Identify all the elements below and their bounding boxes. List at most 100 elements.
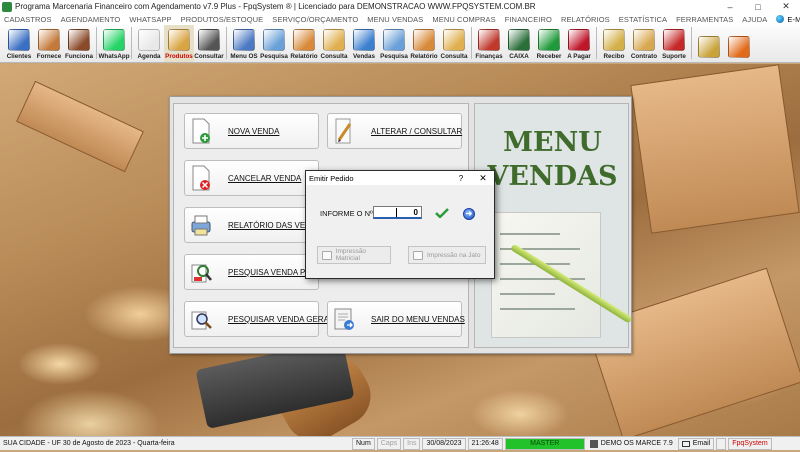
status-caps: Caps xyxy=(376,437,402,450)
new-sale-button[interactable]: NOVA VENDA xyxy=(184,113,319,149)
cash-register-icon xyxy=(508,29,530,51)
general-sales-search-button[interactable]: PESQUISAR VENDA GERAL xyxy=(184,301,333,337)
toolbar-button-fornece[interactable]: Fornece xyxy=(34,25,64,62)
general-search-icon xyxy=(190,306,212,332)
coins-icon xyxy=(698,36,720,58)
exit-sales-menu-button[interactable]: SAIR DO MENU VENDAS xyxy=(327,301,465,337)
dialog-help-button[interactable]: ? xyxy=(450,174,472,183)
toolbar-button-menu-os[interactable]: Menu OS xyxy=(229,25,259,62)
toolbar-button-label: Suporte xyxy=(662,53,686,60)
banner-title: MENU VENDAS xyxy=(475,126,630,194)
toolbar-button-consulta[interactable]: Consulta xyxy=(439,25,469,62)
edit-pencil-icon xyxy=(333,118,355,144)
toolbar-button-produtos[interactable]: Produtos xyxy=(164,25,194,62)
menu-vendas[interactable]: MENU VENDAS xyxy=(367,15,423,24)
sales-report-button[interactable]: RELATÓRIO DAS VENDAS xyxy=(184,207,327,243)
dialog-close-button[interactable]: ✕ xyxy=(472,173,494,184)
cancel-sale-label: CANCELAR VENDA xyxy=(228,173,302,183)
toolbar-button-whatsapp[interactable]: WhatsApp xyxy=(98,25,130,62)
dialog-title-bar: Emitir Pedido ? ✕ xyxy=(306,171,494,185)
toolbar-button-exit[interactable] xyxy=(724,25,754,62)
go-arrow-icon[interactable]: ➜ xyxy=(463,208,475,220)
toolbar-button-label: Receber xyxy=(536,53,562,60)
toolbar-button-recibo[interactable]: Recibo xyxy=(599,25,629,62)
menu-email[interactable]: E-MAIL xyxy=(776,15,800,24)
report-icon xyxy=(413,29,435,51)
toolbar-button-contrato[interactable]: Contrato xyxy=(629,25,659,62)
suppliers-icon xyxy=(38,29,60,51)
print-matrix-button[interactable]: Impressão Matricial xyxy=(317,246,391,264)
barcode-icon xyxy=(198,29,220,51)
menu-financeiro[interactable]: FINANCEIRO xyxy=(505,15,552,24)
menu-email-label: E-MAIL xyxy=(787,14,800,24)
toolbar-button-pesquisa[interactable]: Pesquisa xyxy=(379,25,409,62)
folder-icon xyxy=(323,29,345,51)
order-number-input[interactable]: 0 xyxy=(373,206,422,219)
toolbar-button-coins[interactable] xyxy=(694,25,724,62)
toolbar-button-a-pagar[interactable]: A Pagar xyxy=(564,25,594,62)
print-inkjet-button[interactable]: Impressão na Jato xyxy=(408,246,486,264)
toolbar-button-label: Consultar xyxy=(194,53,224,60)
menu-compras[interactable]: MENU COMPRAS xyxy=(432,15,495,24)
menu-produtos-estoque[interactable]: PRODUTOS/ESTOQUE xyxy=(181,15,264,24)
menu-estatistica[interactable]: ESTATÍSTICA xyxy=(619,15,667,24)
receipt-icon xyxy=(603,29,625,51)
pending-search-icon xyxy=(190,259,212,285)
status-city-date: SUA CIDADE - UF 30 de Agosto de 2023 - Q… xyxy=(3,440,175,447)
banner-title-line2: VENDAS xyxy=(487,161,618,192)
matrix-printer-icon xyxy=(322,250,332,260)
printer-icon xyxy=(190,212,212,238)
pending-sales-search-button[interactable]: PESQUISA VENDA PENDENTE xyxy=(184,254,344,290)
title-bar: Programa Marcenaria Financeiro com Agend… xyxy=(0,0,800,13)
wood-plank-decoration xyxy=(630,64,800,234)
status-brand: FpqSystem xyxy=(728,437,772,450)
menu-cadastros[interactable]: CADASTROS xyxy=(4,15,52,24)
edit-sale-button[interactable]: ALTERAR / CONSULTAR xyxy=(327,113,462,149)
edit-sale-label: ALTERAR / CONSULTAR xyxy=(371,126,463,136)
exit-icon xyxy=(728,36,750,58)
pay-money-icon xyxy=(568,29,590,51)
toolbar-button-consulta[interactable]: Consulta xyxy=(319,25,349,62)
toolbar-button-caixa[interactable]: CAIXA xyxy=(504,25,534,62)
wood-plank-decoration xyxy=(16,80,144,173)
confirm-check-icon[interactable] xyxy=(435,208,449,218)
status-email[interactable]: Email xyxy=(677,437,715,450)
toolbar-button-relat-rio[interactable]: Relatório xyxy=(409,25,439,62)
toolbar-button-clientes[interactable]: Clientes xyxy=(4,25,34,62)
toolbar-button-finan-as[interactable]: Finanças xyxy=(474,25,504,62)
folder-icon xyxy=(443,29,465,51)
toolbar-button-label: Recibo xyxy=(603,53,625,60)
menu-ajuda[interactable]: AJUDA xyxy=(742,15,767,24)
finance-chart-icon xyxy=(478,29,500,51)
toolbar-button-relat-rio[interactable]: Relatório xyxy=(289,25,319,62)
minimize-button[interactable]: – xyxy=(716,2,744,12)
exit-door-icon xyxy=(333,306,355,332)
toolbar-separator xyxy=(596,27,597,59)
globe-icon xyxy=(776,15,785,23)
toolbar-button-agenda[interactable]: Agenda xyxy=(134,25,164,62)
cancel-sale-button[interactable]: CANCELAR VENDA xyxy=(184,160,319,196)
sales-menu-banner: MENU VENDAS xyxy=(474,103,633,348)
status-version-text: DEMO OS MARCE 7.9 xyxy=(600,440,673,447)
close-button[interactable]: ✕ xyxy=(772,1,800,12)
service-order-icon xyxy=(233,29,255,51)
general-sales-search-label: PESQUISAR VENDA GERAL xyxy=(228,314,334,324)
print-inkjet-label: Impressão na Jato xyxy=(427,251,481,259)
toolbar-button-funciona[interactable]: Funciona xyxy=(64,25,94,62)
toolbar-separator xyxy=(226,27,227,59)
print-matrix-label: Impressão Matricial xyxy=(335,248,367,262)
menu-agendamento[interactable]: AGENDAMENTO xyxy=(61,15,121,24)
status-time: 21:26:48 xyxy=(467,437,503,450)
toolbar-button-receber[interactable]: Receber xyxy=(534,25,564,62)
maximize-button[interactable]: □ xyxy=(744,2,772,12)
menu-relatorios[interactable]: RELATÓRIOS xyxy=(561,15,610,24)
status-spacer xyxy=(716,437,727,450)
dialog-title: Emitir Pedido xyxy=(309,173,354,183)
toolbar-button-vendas[interactable]: Vendas xyxy=(349,25,379,62)
toolbar-button-pesquisa[interactable]: Pesquisa xyxy=(259,25,289,62)
menu-whatsapp[interactable]: WHATSAPP xyxy=(129,15,171,24)
menu-ferramentas[interactable]: FERRAMENTAS xyxy=(676,15,733,24)
menu-servico-orcamento[interactable]: SERVIÇO/ORÇAMENTO xyxy=(272,15,358,24)
toolbar-button-consultar[interactable]: Consultar xyxy=(194,25,224,62)
toolbar-button-suporte[interactable]: Suporte xyxy=(659,25,689,62)
